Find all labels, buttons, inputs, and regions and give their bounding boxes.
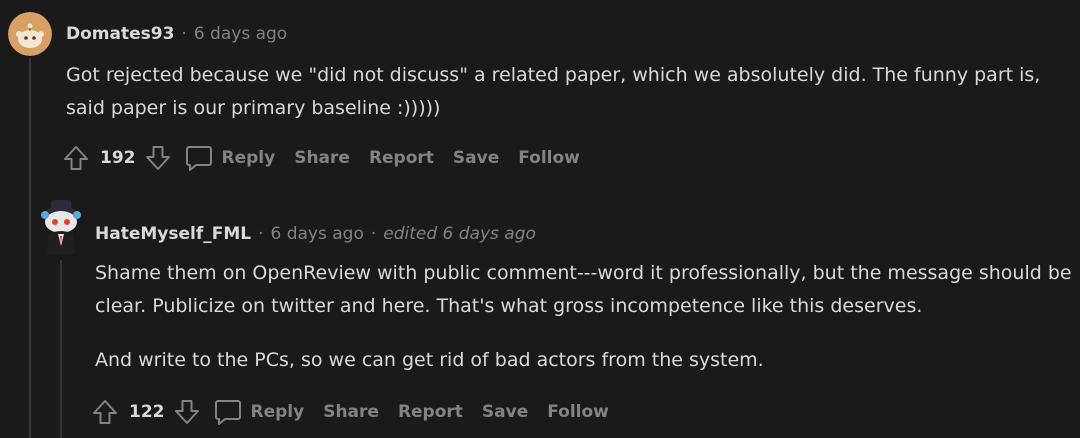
comment-body: Got rejected because we "did not discuss… — [66, 59, 1066, 125]
report-button[interactable]: Report — [369, 148, 434, 168]
downvote-arrow-icon[interactable] — [173, 398, 201, 426]
author-name[interactable]: HateMyself_FML — [95, 224, 251, 244]
upvote-arrow-icon[interactable] — [62, 144, 90, 172]
vote-count: 192 — [100, 148, 136, 168]
follow-button[interactable]: Follow — [518, 148, 580, 168]
save-button[interactable]: Save — [482, 402, 528, 422]
report-button[interactable]: Report — [398, 402, 463, 422]
comment-bubble-icon[interactable] — [213, 397, 243, 427]
comment-actions: 122 Reply Share Report Save Follow — [91, 396, 609, 428]
comment-paragraph: And write to the PCs, so we can get rid … — [95, 349, 764, 371]
timestamp[interactable]: 6 days ago — [271, 224, 364, 244]
thread-line-1[interactable] — [29, 58, 31, 438]
comment-body: Shame them on OpenReview with public com… — [95, 257, 1075, 377]
snoo-avatar-icon — [8, 12, 52, 56]
share-button[interactable]: Share — [294, 148, 350, 168]
comment-actions: 192 Reply Share Report Save Follow — [62, 142, 580, 174]
timestamp[interactable]: 6 days ago — [194, 24, 287, 44]
author-name[interactable]: Domates93 — [66, 24, 174, 44]
reply-button[interactable]: Reply — [251, 402, 305, 422]
comment-paragraph: Shame them on OpenReview with public com… — [95, 262, 1072, 317]
save-button[interactable]: Save — [453, 148, 499, 168]
meta-separator: · — [258, 224, 264, 244]
avatar[interactable] — [36, 198, 86, 256]
avatar[interactable] — [8, 12, 52, 56]
comment-paragraph: Got rejected because we "did not discuss… — [66, 64, 1041, 119]
thread-line-2[interactable] — [60, 260, 62, 438]
edited-label: edited 6 days ago — [383, 224, 536, 244]
comment-bubble-icon[interactable] — [184, 143, 214, 173]
meta-separator: · — [370, 224, 377, 244]
follow-button[interactable]: Follow — [547, 402, 609, 422]
upvote-arrow-icon[interactable] — [91, 398, 119, 426]
share-button[interactable]: Share — [323, 402, 379, 422]
vote-count: 122 — [129, 402, 165, 422]
downvote-arrow-icon[interactable] — [144, 144, 172, 172]
reply-button[interactable]: Reply — [222, 148, 276, 168]
meta-separator: · — [181, 24, 187, 44]
snoo-avatar-icon — [41, 200, 81, 254]
